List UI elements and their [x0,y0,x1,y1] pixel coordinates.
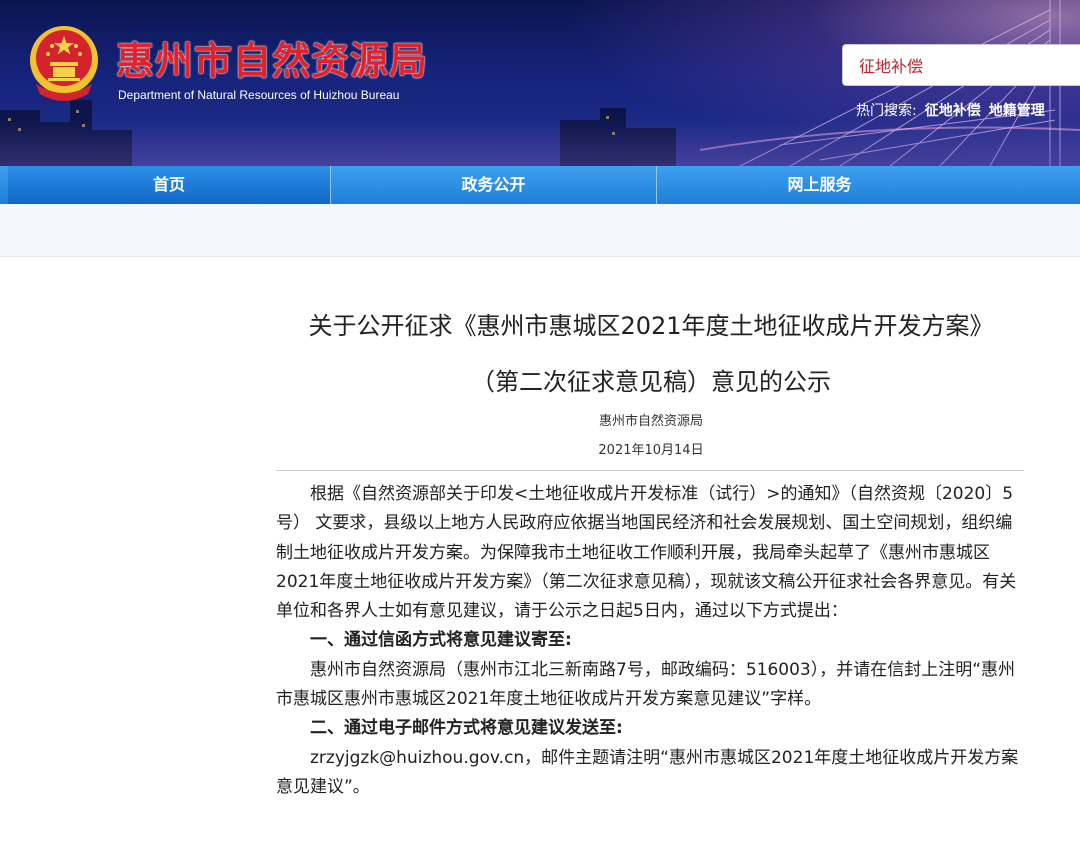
article-paragraph: 根据《自然资源部关于印发<土地征收成片开发标准（试行）>的通知》（自然资规〔20… [276,484,1017,622]
article-date: 2021年10月14日 [598,443,704,458]
hot-search: 热门搜索: 征地补偿 地籍管理 [856,100,1045,120]
nav-item-online-services[interactable]: 网上服务 [657,166,982,204]
search-box[interactable] [842,44,1080,86]
nav-item-government-affairs[interactable]: 政务公开 [331,166,656,204]
hot-search-label: 热门搜索: [856,103,917,119]
article-section-heading: 一、通过信函方式将意见建议寄至: [310,630,572,651]
article-section-heading: 二、通过电子邮件方式将意见建议发送至: [310,718,623,739]
main-nav: 首页 政务公开 网上服务 [0,166,1080,204]
article-paragraph: zrzyjgzk@huizhou.gov.cn，邮件主题请注明“惠州市惠城区20… [276,747,1019,797]
article-author: 惠州市自然资源局 [598,414,703,429]
hot-keyword-link[interactable]: 征地补偿 [925,103,981,119]
site-header: 惠州市自然资源局 Department of Natural Resources… [0,0,1080,166]
header-bottom-glow [0,120,1080,166]
article-title-line2: （第二次征求意见稿）意见的公示 [471,368,831,396]
nav-item-home[interactable]: 首页 [8,166,330,204]
site-subtitle: Department of Natural Resources of Huizh… [118,88,400,102]
national-emblem-icon [30,26,98,101]
article-paragraph: 惠州市自然资源局（惠州市江北三新南路7号，邮政编码：516003），并请在信封上… [276,659,1016,710]
article-body: 根据《自然资源部关于印发<土地征收成片开发标准（试行）>的通知》（自然资规〔20… [276,480,1028,802]
article-title-line1: 关于公开征求《惠州市惠城区2021年度土地征收成片开发方案》 [308,312,994,340]
site-title: 惠州市自然资源局 [116,38,429,83]
breadcrumb-bar [0,204,1080,257]
article-divider [276,470,1024,471]
hot-keyword-link[interactable]: 地籍管理 [989,103,1045,119]
search-input[interactable] [843,45,1059,85]
